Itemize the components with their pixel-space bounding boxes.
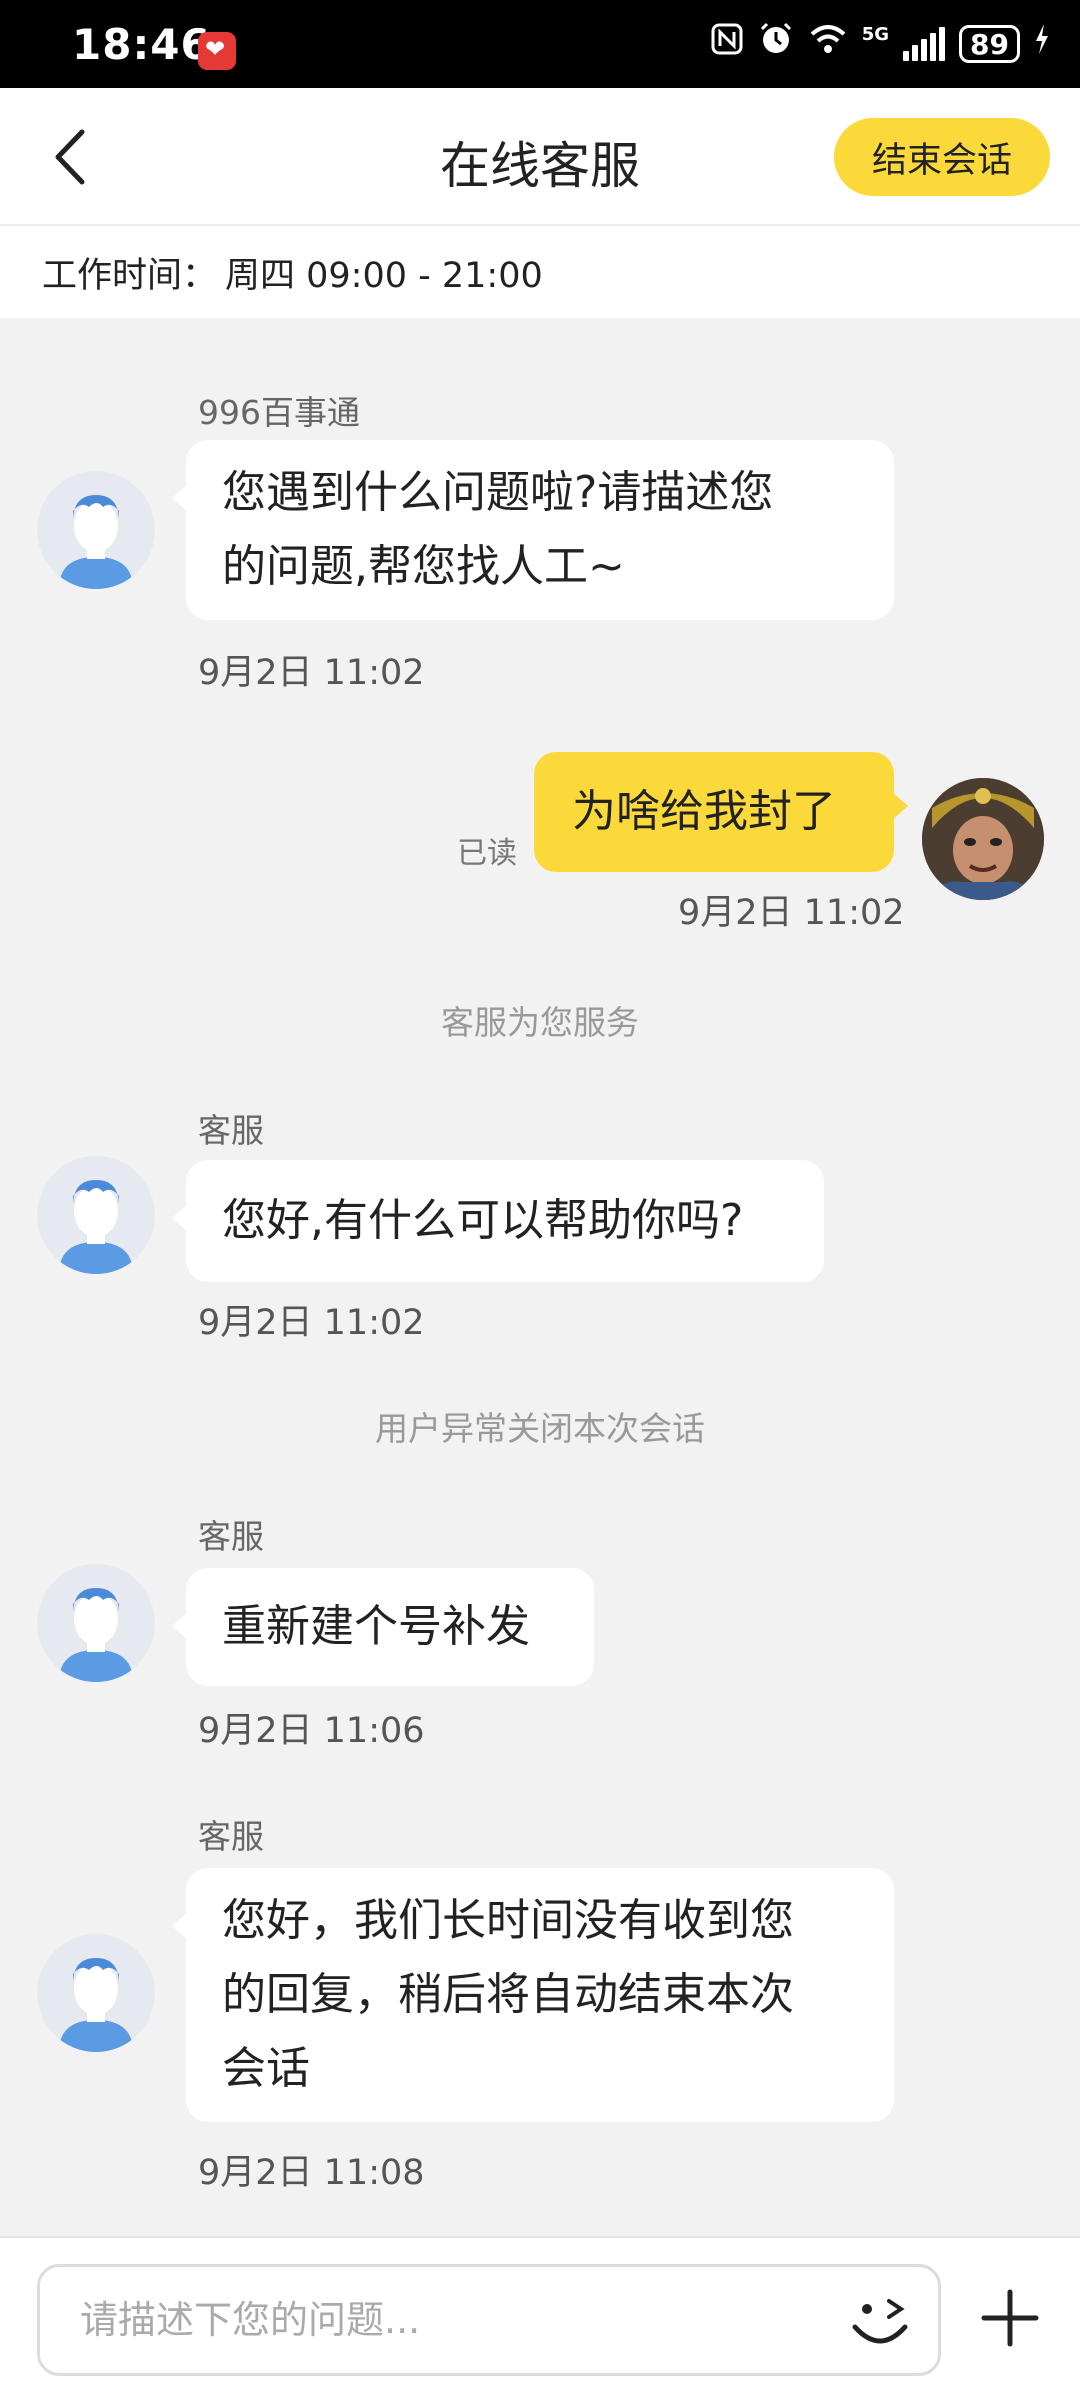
nfc-icon	[710, 22, 744, 67]
agent-message-bubble: 您好,有什么可以帮助你吗?	[172, 1160, 824, 1282]
app-header: 在线客服 结束会话	[0, 88, 1080, 226]
read-status: 已读	[457, 836, 517, 871]
agent-avatar	[37, 1564, 155, 1682]
wifi-icon	[808, 22, 848, 67]
back-button[interactable]	[42, 122, 102, 192]
message-line: 重新建个号补发	[222, 1601, 530, 1652]
status-icons: 5G 89	[710, 22, 1050, 66]
message-line: 您好,有什么可以帮助你吗?	[222, 1195, 744, 1246]
network-type: 5G	[861, 24, 890, 45]
message-time: 9月2日 11:06	[198, 1711, 425, 1751]
message-time: 9月2日 11:08	[198, 2153, 425, 2193]
message-line: 的问题,帮您找人工~	[222, 541, 625, 592]
signal-icon	[903, 27, 946, 61]
work-hours-banner: 工作时间： 周四 09:00 - 21:00	[0, 226, 1080, 318]
system-notice: 客服为您服务	[441, 1003, 639, 1042]
message-line: 您遇到什么问题啦?请描述您	[222, 467, 774, 518]
message-time: 9月2日 11:02	[678, 893, 905, 933]
agent-message-bubble: 您好，我们长时间没有收到您 的回复，稍后将自动结束本次 会话	[172, 1868, 894, 2122]
input-bar	[0, 2236, 1080, 2400]
work-hours-label: 工作时间：	[42, 255, 218, 296]
alarm-icon	[758, 21, 794, 68]
agent-message-bubble: 您遇到什么问题啦?请描述您 的问题,帮您找人工~	[172, 440, 894, 620]
message-line: 会话	[222, 2043, 310, 2094]
message-input-box	[37, 2264, 941, 2376]
message-input[interactable]	[80, 2287, 820, 2353]
message-line: 您好，我们长时间没有收到您	[222, 1895, 794, 1946]
agent-message-bubble: 重新建个号补发	[172, 1568, 594, 1686]
emoji-icon	[852, 2299, 908, 2344]
back-arrow-icon	[55, 129, 85, 185]
sender-name: 客服	[198, 1517, 264, 1556]
user-avatar	[922, 778, 1044, 900]
more-options-button[interactable]	[970, 2278, 1050, 2358]
emoji-button[interactable]	[845, 2293, 915, 2353]
app-notification-icon	[198, 32, 236, 70]
sender-name: 客服	[198, 1817, 264, 1856]
system-notice: 用户异常关闭本次会话	[375, 1409, 705, 1448]
chat-area[interactable]: 996百事通 您遇到什么问题啦?请描述您 的问题,帮您找人工~ 9月2日 11:…	[0, 318, 1080, 2236]
work-hours-value: 周四 09:00 - 21:00	[225, 255, 543, 296]
message-time: 9月2日 11:02	[198, 653, 425, 693]
plus-icon	[981, 2289, 1039, 2347]
agent-avatar	[37, 1934, 155, 2052]
status-bar: 18:46 5G 89	[0, 0, 1080, 88]
end-session-button[interactable]: 结束会话	[834, 118, 1050, 196]
sender-name: 客服	[198, 1111, 264, 1150]
user-message-bubble: 为啥给我封了	[534, 752, 908, 872]
message-line: 为啥给我封了	[572, 786, 836, 837]
charging-icon	[1034, 22, 1050, 67]
status-time: 18:46	[72, 20, 211, 69]
sender-name: 996百事通	[198, 393, 360, 432]
battery-level: 89	[970, 27, 1009, 61]
message-time: 9月2日 11:02	[198, 1303, 425, 1343]
battery-icon: 89	[959, 25, 1020, 63]
agent-avatar	[37, 1156, 155, 1274]
message-line: 的回复，稍后将自动结束本次	[222, 1969, 794, 2020]
agent-avatar	[37, 471, 155, 589]
